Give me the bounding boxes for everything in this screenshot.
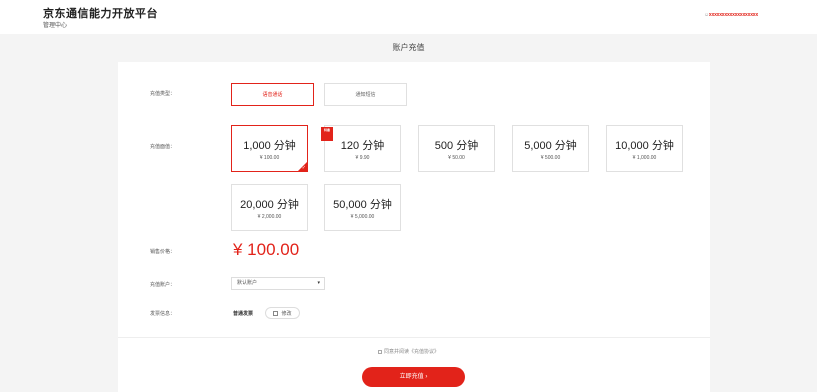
account-select[interactable]: 默认账户 ▾ [231, 277, 325, 290]
amount-minutes: 5,000 分钟 [524, 140, 577, 152]
invoice-edit-toggle[interactable]: 修改 [265, 307, 300, 319]
amount-price: ¥ 2,000.00 [257, 214, 282, 220]
checkbox-icon[interactable] [273, 310, 279, 316]
agreement-checkbox[interactable] [377, 349, 382, 354]
user-account-link[interactable]: ☺xxxxxxxxxxxxxxxxxxx [704, 12, 758, 18]
type-option-sms[interactable]: 通知短信 [324, 83, 407, 106]
amount-price: ¥ 100.00 [259, 155, 280, 161]
amount-price: ¥ 50.00 [448, 155, 465, 161]
sale-price-value: ¥ 100.00 [233, 240, 300, 259]
amount-price: ¥ 9.90 [355, 155, 370, 161]
agreement[interactable]: 同意并阅读《充值协议》 [0, 348, 817, 355]
amount-label: 充值面值： [150, 144, 176, 150]
amount-minutes: 10,000 分钟 [615, 140, 674, 152]
amount-price: ¥ 5,000.00 [350, 214, 375, 220]
amount-price: ¥ 1,000.00 [632, 155, 657, 161]
user-account-text[interactable]: xxxxxxxxxxxxxxxxxxx [709, 12, 758, 18]
chevron-down-icon: ▾ [317, 280, 320, 286]
amount-minutes: 500 分钟 [434, 140, 479, 152]
invoice-edit-label: 修改 [281, 310, 292, 317]
recharge-card [118, 62, 710, 392]
account-label: 充值账户： [150, 282, 176, 288]
account-select-value: 默认账户 [237, 280, 258, 286]
amount-minutes: 50,000 分钟 [333, 199, 392, 211]
invoice-type: 普通发票 [233, 311, 254, 317]
amount-option-120[interactable]: 120 分钟 ¥ 9.90 [324, 125, 401, 172]
page-title: 账户充值 [392, 43, 425, 52]
amount-option-50000[interactable]: 50,000 分钟 ¥ 5,000.00 [324, 184, 401, 231]
invoice-label: 发票信息： [150, 311, 176, 317]
amount-option-10000[interactable]: 10,000 分钟 ¥ 1,000.00 [606, 125, 683, 172]
amount-minutes: 120 分钟 [340, 140, 385, 152]
divider [118, 337, 710, 338]
brand-title: 京东通信能力开放平台 [43, 8, 158, 20]
brand-subtitle: 管理中心 [43, 23, 68, 29]
type-option-voice[interactable]: 语音通话 [231, 83, 314, 106]
top-bar: 京东通信能力开放平台 管理中心 ☺xxxxxxxxxxxxxxxxxxx [0, 0, 817, 34]
amount-price: ¥ 500.00 [540, 155, 561, 161]
amount-minutes: 20,000 分钟 [240, 199, 299, 211]
amount-option-1000[interactable]: 1,000 分钟 ¥ 100.00 ✓ [231, 125, 308, 172]
check-icon: ✓ [301, 165, 306, 171]
amount-minutes: 1,000 分钟 [243, 140, 296, 152]
type-label: 充值类型： [150, 91, 176, 97]
hot-badge: 特惠 [321, 127, 333, 141]
agreement-text[interactable]: 同意并阅读《充值协议》 [384, 349, 439, 355]
sale-price-label: 销售价格： [150, 249, 176, 255]
submit-recharge-button[interactable]: 立即充值 › [362, 367, 465, 387]
amount-option-500[interactable]: 500 分钟 ¥ 50.00 [418, 125, 495, 172]
amount-option-5000[interactable]: 5,000 分钟 ¥ 500.00 [512, 125, 589, 172]
amount-option-20000[interactable]: 20,000 分钟 ¥ 2,000.00 [231, 184, 308, 231]
